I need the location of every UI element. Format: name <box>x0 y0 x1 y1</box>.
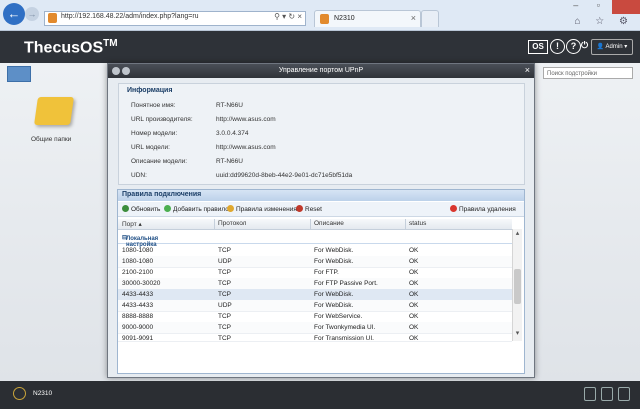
browser-toolbar-icons[interactable]: ⌂ ☆ ⚙ <box>574 16 634 27</box>
info-icon[interactable]: ! <box>550 39 565 54</box>
scroll-down-icon[interactable]: ▾ <box>513 329 522 339</box>
add-icon <box>164 205 171 212</box>
delete-rule-button[interactable]: Правила удаления <box>450 205 516 213</box>
address-bar[interactable]: http://192.168.48.22/adm/index.php?lang=… <box>44 11 306 26</box>
dialog-forward-icon[interactable] <box>122 67 130 75</box>
os-badge[interactable]: OS <box>528 40 548 54</box>
reset-icon <box>296 205 303 212</box>
user-menu[interactable]: 👤 Admin ▾ <box>591 39 633 55</box>
table-row[interactable]: 9091-9091 TCP For Transmission UI. OK <box>118 333 512 342</box>
column-separator <box>310 219 311 229</box>
thecus-logo: ThecusOSTM <box>24 38 118 57</box>
column-description[interactable]: Описание <box>314 220 344 227</box>
info-value: http://www.asus.com <box>216 144 276 151</box>
upnp-dialog: Управление портом UPnP × Информация Поня… <box>107 63 535 378</box>
network-icon[interactable] <box>601 387 613 401</box>
column-separator <box>214 219 215 229</box>
address-url: http://192.168.48.22/adm/index.php?lang=… <box>61 13 199 20</box>
taskbar <box>0 381 640 409</box>
column-separator <box>405 219 406 229</box>
display-icon[interactable] <box>618 387 630 401</box>
dialog-close-icon[interactable]: × <box>525 65 530 75</box>
rules-panel: Правила подключения Обновить Добавить пр… <box>117 189 525 374</box>
info-value: RT-N66U <box>216 158 243 165</box>
table-scrollbar[interactable]: ▴ ▾ <box>512 229 522 341</box>
site-favicon-icon <box>48 13 57 23</box>
rules-toolbar: Обновить Добавить правило Правила измене… <box>118 202 524 217</box>
add-rule-button[interactable]: Добавить правило <box>164 205 229 213</box>
info-value: RT-N66U <box>216 102 243 109</box>
power-icon[interactable]: ⏻ <box>578 39 591 52</box>
info-section-title: Информация <box>127 87 173 94</box>
browser-tab[interactable]: N2310 × <box>314 10 421 27</box>
info-label: Понятное имя: <box>131 102 176 109</box>
new-tab-button[interactable] <box>421 10 439 27</box>
dialog-back-icon[interactable] <box>112 67 120 75</box>
monitor-icon[interactable] <box>7 66 31 82</box>
forward-button[interactable]: → <box>25 7 39 21</box>
tab-title: N2310 <box>334 15 355 22</box>
info-value: uuid:dd99620d-8beb-44e2-9e01-dc71e5bf51d… <box>216 172 353 179</box>
user-name: Admin <box>605 44 623 50</box>
group-label: ⊟ Локальная настройка <box>122 235 159 248</box>
scroll-up-icon[interactable]: ▴ <box>513 229 522 239</box>
rules-section-title: Правила подключения <box>122 191 202 198</box>
shared-folder-label[interactable]: Общие папки <box>31 136 71 143</box>
address-controls[interactable]: ⚲ ▾ ↻ × <box>274 12 302 21</box>
tab-favicon-icon <box>320 14 329 24</box>
info-label: URL производителя: <box>131 116 193 123</box>
grid-header: Порт ▴ Протокол Описание status <box>118 219 512 230</box>
info-label: Описание модели: <box>131 158 188 165</box>
window-close-button[interactable] <box>612 0 640 14</box>
info-panel: Информация Понятное имя: RT-N66U URL про… <box>118 83 525 185</box>
edit-icon <box>227 205 234 212</box>
info-label: UDN: <box>131 172 147 179</box>
tab-close-icon[interactable]: × <box>411 13 416 23</box>
device-name: N2310 <box>33 390 53 397</box>
refresh-icon <box>122 205 129 212</box>
info-label: URL модели: <box>131 144 170 151</box>
shared-folder-icon[interactable] <box>34 97 74 125</box>
edit-rule-button[interactable]: Правила изменения <box>227 205 297 213</box>
group-row-local[interactable]: ⊟ Локальная настройка <box>118 232 512 248</box>
column-port[interactable]: Порт ▴ <box>122 220 142 228</box>
scroll-thumb[interactable] <box>514 269 521 304</box>
info-label: Номер модели: <box>131 130 178 137</box>
info-value: 3.0.0.4.374 <box>216 130 249 137</box>
window-controls[interactable]: – ▫ <box>573 0 608 10</box>
rules-header: Правила подключения <box>118 190 524 201</box>
column-status[interactable]: status <box>409 220 426 227</box>
dialog-title: Управление портом UPnP <box>108 64 534 78</box>
reset-button[interactable]: Reset <box>296 205 322 213</box>
column-protocol[interactable]: Протокол <box>218 220 246 227</box>
back-button[interactable]: ← <box>3 3 25 25</box>
refresh-button[interactable]: Обновить <box>122 205 160 213</box>
delete-icon <box>450 205 457 212</box>
storage-icon[interactable] <box>584 387 596 401</box>
search-input[interactable]: Поиск подстройки <box>543 67 633 79</box>
info-value: http://www.asus.com <box>216 116 276 123</box>
power-button-icon[interactable] <box>13 387 26 400</box>
